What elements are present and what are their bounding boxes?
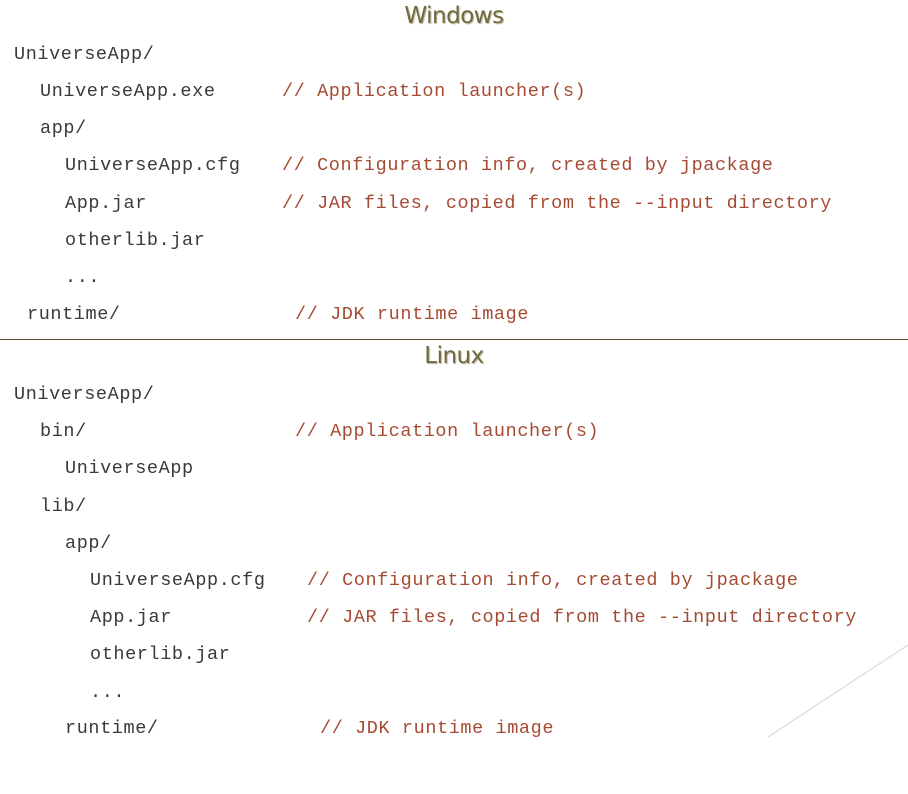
linux-tree-row: UniverseApp/ — [0, 382, 154, 408]
linux-tree-row: lib/ — [0, 494, 86, 520]
tree-path: UniverseApp.cfg — [90, 570, 266, 591]
linux-tree-row: otherlib.jar — [0, 642, 230, 668]
tree-path: bin/ — [40, 421, 87, 442]
tree-path: App.jar — [90, 607, 172, 628]
tree-path: lib/ — [40, 496, 87, 517]
windows-heading: Windows — [404, 3, 504, 29]
linux-tree-row: App.jar // JAR files, copied from the --… — [0, 605, 856, 631]
section-divider — [0, 339, 908, 340]
tree-comment: // Configuration info, created by jpacka… — [282, 155, 774, 176]
tree-path: ... — [65, 267, 101, 288]
linux-tree-row: app/ — [0, 531, 111, 557]
linux-tree-row: runtime/ // JDK runtime image — [0, 716, 553, 742]
windows-tree-row: otherlib.jar — [0, 228, 205, 254]
tree-path: ... — [90, 682, 126, 703]
windows-tree-row: UniverseApp.cfg // Configuration info, c… — [0, 153, 773, 179]
tree-path: UniverseApp — [65, 458, 194, 479]
windows-tree-row: ... — [0, 265, 100, 291]
linux-tree-row: UniverseApp.cfg // Configuration info, c… — [0, 568, 798, 594]
tree-path: app/ — [65, 533, 112, 554]
windows-tree-row: runtime/ // JDK runtime image — [0, 302, 528, 328]
linux-tree-row: ... — [0, 680, 125, 706]
tree-comment: // JDK runtime image — [295, 304, 530, 325]
tree-comment: // Application launcher(s) — [295, 421, 600, 442]
tree-comment: // JDK runtime image — [320, 718, 555, 739]
tree-path: App.jar — [65, 193, 147, 214]
decorative-corner-line — [768, 645, 908, 737]
tree-path: runtime/ — [65, 718, 159, 739]
linux-tree-row: bin/ // Application launcher(s) — [0, 419, 599, 445]
tree-path: UniverseApp.exe — [40, 81, 216, 102]
windows-tree-row: UniverseApp/ — [0, 42, 154, 68]
tree-path: otherlib.jar — [65, 230, 206, 251]
linux-heading: Linux — [424, 343, 484, 369]
tree-path: UniverseApp/ — [14, 44, 155, 65]
tree-path: UniverseApp.cfg — [65, 155, 241, 176]
windows-tree-row: UniverseApp.exe // Application launcher(… — [0, 79, 586, 105]
tree-path: otherlib.jar — [90, 644, 231, 665]
linux-tree-row: UniverseApp — [0, 456, 193, 482]
windows-tree-row: app/ — [0, 116, 86, 142]
tree-comment: // Application launcher(s) — [282, 81, 587, 102]
windows-tree-row: App.jar // JAR files, copied from the --… — [0, 191, 831, 217]
tree-comment: // JAR files, copied from the --input di… — [282, 193, 832, 214]
tree-comment: // Configuration info, created by jpacka… — [307, 570, 799, 591]
tree-path: runtime/ — [27, 304, 121, 325]
tree-path: UniverseApp/ — [14, 384, 155, 405]
tree-comment: // JAR files, copied from the --input di… — [307, 607, 857, 628]
tree-path: app/ — [40, 118, 87, 139]
